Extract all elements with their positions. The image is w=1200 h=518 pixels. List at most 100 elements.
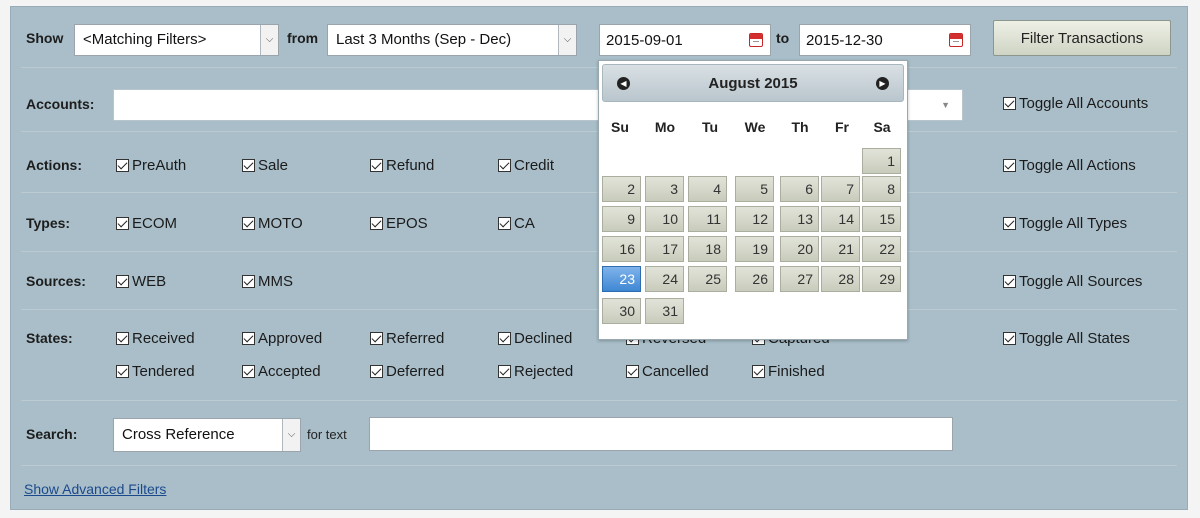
checkbox-checked-icon[interactable] [370, 217, 383, 230]
calendar-icon[interactable] [749, 33, 763, 47]
calendar-day[interactable]: 15 [862, 206, 901, 232]
checkbox-checked-icon[interactable] [498, 332, 511, 345]
calendar-day[interactable]: 26 [735, 266, 774, 292]
type-checkbox-ecom[interactable]: ECOM [116, 215, 177, 232]
calendar-day[interactable]: 12 [735, 206, 774, 232]
checkbox-checked-icon[interactable] [370, 332, 383, 345]
calendar-day[interactable]: 4 [688, 176, 727, 202]
checkbox-checked-icon[interactable] [626, 365, 639, 378]
chevron-down-icon[interactable]: ⌵ [558, 25, 576, 55]
calendar-day[interactable]: 3 [645, 176, 684, 202]
calendar-day[interactable]: 21 [821, 236, 860, 262]
action-checkbox-sale[interactable]: Sale [242, 157, 288, 174]
search-text-input[interactable] [369, 417, 953, 451]
chevron-down-icon[interactable]: ▼ [941, 100, 950, 110]
checkbox-checked-icon[interactable] [1003, 159, 1016, 172]
show-select[interactable]: <Matching Filters> ⌵ [74, 24, 279, 56]
calendar-day[interactable]: 6 [780, 176, 819, 202]
state-checkbox-rejected[interactable]: Rejected [498, 363, 573, 380]
checkbox-checked-icon[interactable] [370, 365, 383, 378]
calendar-day[interactable]: 9 [602, 206, 641, 232]
calendar-day[interactable]: 18 [688, 236, 727, 262]
period-select-value: Last 3 Months (Sep - Dec) [336, 31, 512, 48]
calendar-day[interactable]: 19 [735, 236, 774, 262]
source-checkbox-mms[interactable]: MMS [242, 273, 293, 290]
calendar-day[interactable]: 25 [688, 266, 727, 292]
calendar-day[interactable]: 30 [602, 298, 641, 324]
chevron-down-icon[interactable]: ⌵ [282, 419, 300, 451]
toggle-all-types[interactable]: Toggle All Types [1003, 215, 1127, 232]
state-checkbox-referred[interactable]: Referred [370, 330, 444, 347]
toggle-all-sources[interactable]: Toggle All Sources [1003, 273, 1142, 290]
source-checkbox-web[interactable]: WEB [116, 273, 166, 290]
chevron-down-icon[interactable]: ⌵ [260, 25, 278, 55]
toggle-all-actions[interactable]: Toggle All Actions [1003, 157, 1136, 174]
period-select[interactable]: Last 3 Months (Sep - Dec) ⌵ [327, 24, 577, 56]
calendar-day[interactable]: 24 [645, 266, 684, 292]
checkbox-checked-icon[interactable] [1003, 97, 1016, 110]
action-checkbox-preauth[interactable]: PreAuth [116, 157, 186, 174]
type-checkbox-ca[interactable]: CA [498, 215, 535, 232]
checkbox-checked-icon[interactable] [1003, 217, 1016, 230]
checkbox-checked-icon[interactable] [116, 159, 129, 172]
show-advanced-filters-link[interactable]: Show Advanced Filters [24, 481, 166, 497]
calendar-day[interactable]: 17 [645, 236, 684, 262]
calendar-day[interactable]: 23 [602, 266, 641, 292]
from-label: from [287, 30, 319, 46]
calendar-day[interactable]: 31 [645, 298, 684, 324]
checkbox-checked-icon[interactable] [242, 365, 255, 378]
calendar-day[interactable]: 5 [735, 176, 774, 202]
calendar-day[interactable]: 22 [862, 236, 901, 262]
action-checkbox-credit[interactable]: Credit [498, 157, 554, 174]
state-checkbox-tendered[interactable]: Tendered [116, 363, 195, 380]
calendar-day[interactable]: 14 [821, 206, 860, 232]
calendar-icon[interactable] [949, 33, 963, 47]
checkbox-checked-icon[interactable] [242, 275, 255, 288]
state-checkbox-accepted[interactable]: Accepted [242, 363, 321, 380]
state-checkbox-deferred[interactable]: Deferred [370, 363, 444, 380]
type-checkbox-moto[interactable]: MOTO [242, 215, 303, 232]
toggle-all-states[interactable]: Toggle All States [1003, 330, 1130, 347]
filter-transactions-button[interactable]: Filter Transactions [993, 20, 1171, 56]
calendar-day[interactable]: 29 [862, 266, 901, 292]
checkbox-checked-icon[interactable] [116, 275, 129, 288]
calendar-day[interactable]: 8 [862, 176, 901, 202]
next-month-icon[interactable]: ▶ [876, 77, 889, 90]
state-checkbox-cancelled[interactable]: Cancelled [626, 363, 709, 380]
checkbox-checked-icon[interactable] [1003, 275, 1016, 288]
checkbox-checked-icon[interactable] [370, 159, 383, 172]
checkbox-checked-icon[interactable] [242, 217, 255, 230]
calendar-day[interactable]: 13 [780, 206, 819, 232]
state-checkbox-finished[interactable]: Finished [752, 363, 825, 380]
calendar-day[interactable]: 16 [602, 236, 641, 262]
calendar-day[interactable]: 27 [780, 266, 819, 292]
state-checkbox-received[interactable]: Received [116, 330, 195, 347]
calendar-day[interactable]: 20 [780, 236, 819, 262]
checkbox-checked-icon[interactable] [752, 365, 765, 378]
state-checkbox-approved[interactable]: Approved [242, 330, 322, 347]
search-field-select[interactable]: Cross Reference ⌵ [113, 418, 301, 452]
calendar-day[interactable]: 7 [821, 176, 860, 202]
checkbox-checked-icon[interactable] [498, 217, 511, 230]
calendar-day[interactable]: 11 [688, 206, 727, 232]
calendar-day[interactable]: 10 [645, 206, 684, 232]
calendar-day[interactable]: 28 [821, 266, 860, 292]
date-from-input[interactable] [599, 24, 771, 56]
actions-label: Actions: [26, 157, 82, 173]
state-checkbox-declined[interactable]: Declined [498, 330, 572, 347]
checkbox-checked-icon[interactable] [116, 217, 129, 230]
checkbox-checked-icon[interactable] [1003, 332, 1016, 345]
checkbox-checked-icon[interactable] [116, 332, 129, 345]
weekday-label: Fr [835, 119, 849, 135]
checkbox-checked-icon[interactable] [242, 159, 255, 172]
type-checkbox-epos[interactable]: EPOS [370, 215, 428, 232]
checkbox-checked-icon[interactable] [116, 365, 129, 378]
date-to-input[interactable] [799, 24, 971, 56]
checkbox-checked-icon[interactable] [498, 159, 511, 172]
checkbox-checked-icon[interactable] [498, 365, 511, 378]
checkbox-checked-icon[interactable] [242, 332, 255, 345]
calendar-day[interactable]: 1 [862, 148, 901, 174]
calendar-day[interactable]: 2 [602, 176, 641, 202]
action-checkbox-refund[interactable]: Refund [370, 157, 434, 174]
toggle-all-accounts[interactable]: Toggle All Accounts [1003, 95, 1148, 112]
